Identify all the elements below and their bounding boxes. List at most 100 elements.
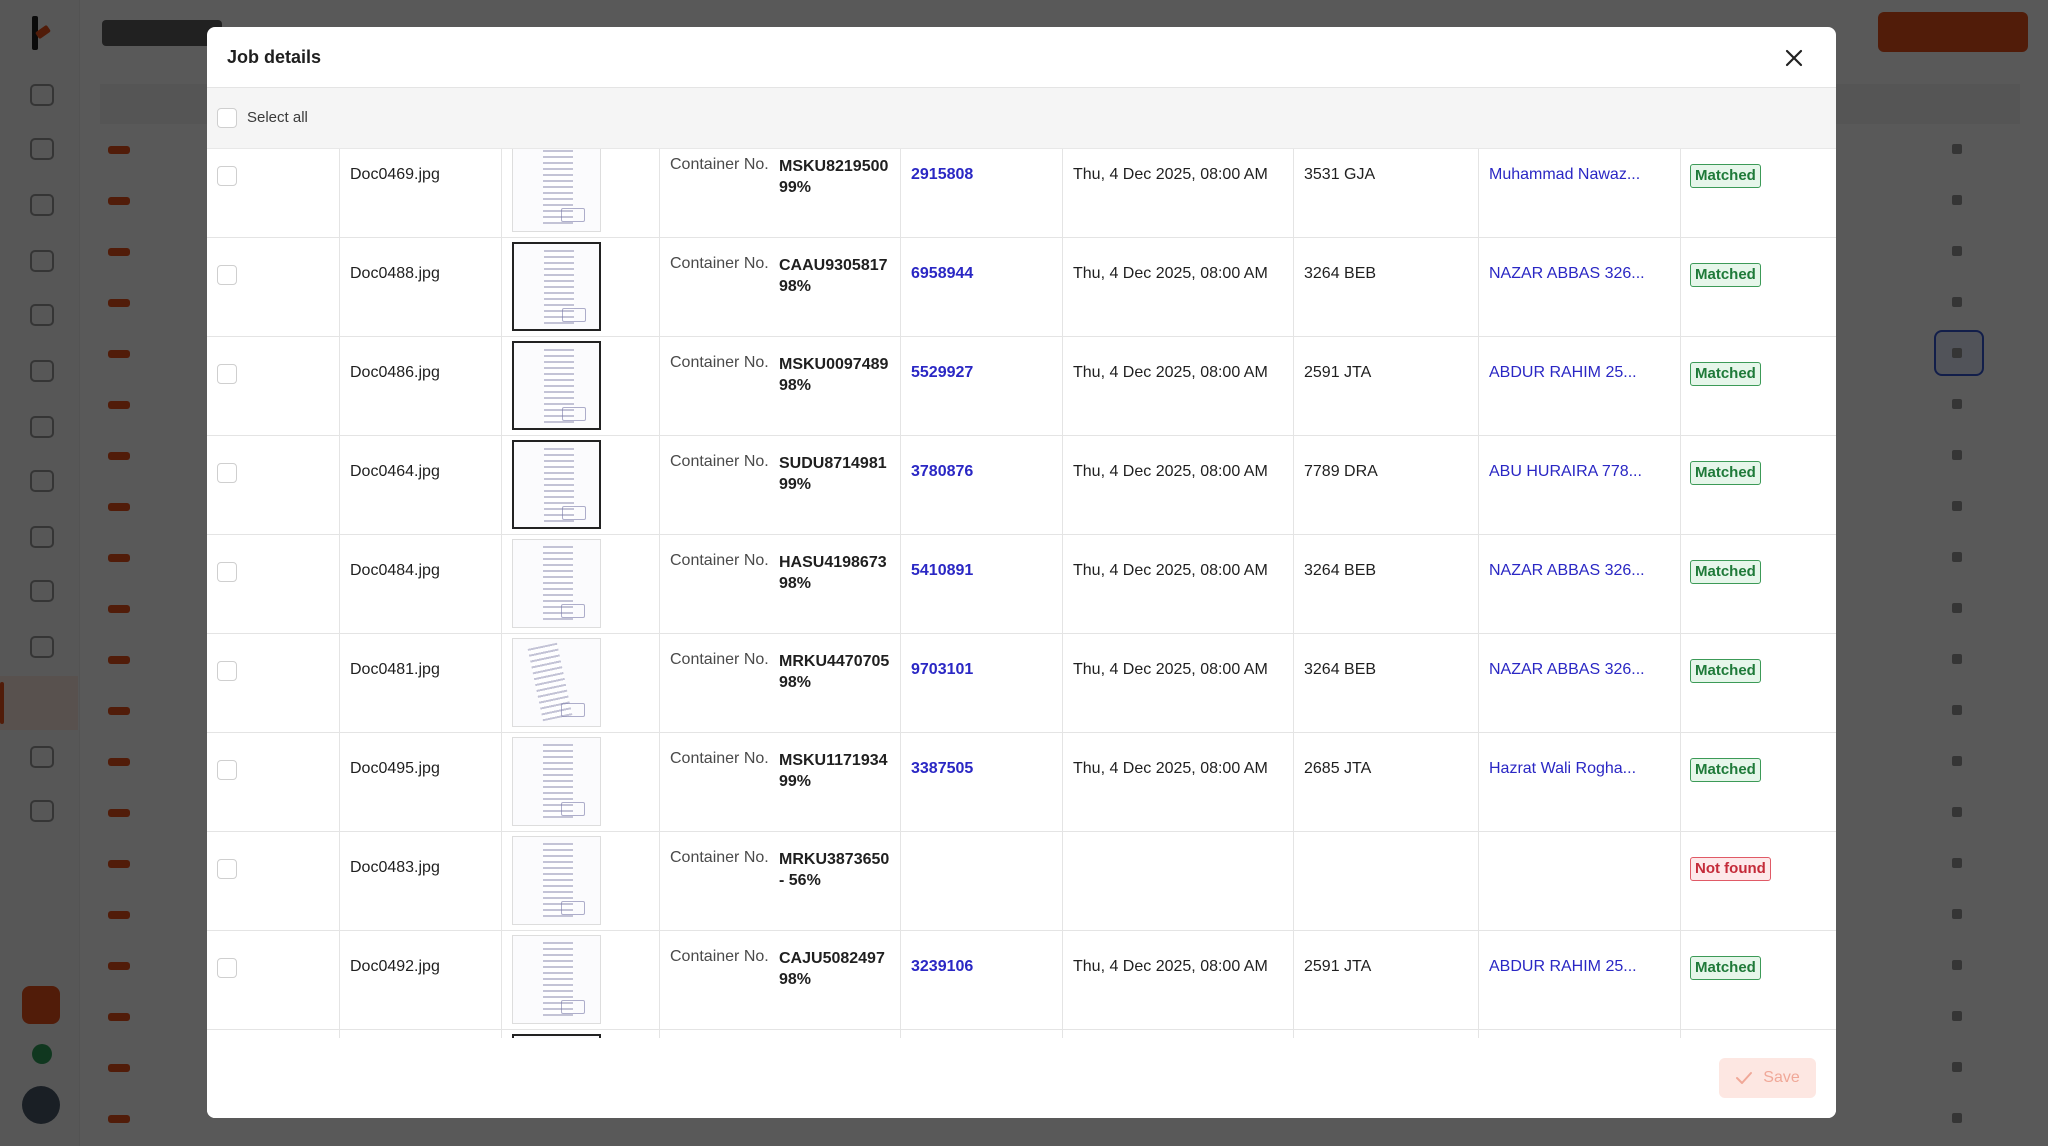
job-number-link[interactable]: 5410891 [911, 562, 973, 580]
job-number-link[interactable]: 3780876 [911, 463, 973, 481]
select-all-label[interactable]: Select all [247, 109, 308, 126]
driver-name-link[interactable]: NAZAR ABBAS 326... [1489, 265, 1645, 283]
vehicle-plate: 3264 BEB [1304, 661, 1377, 678]
container-value: CAJU5082497 98% [779, 950, 885, 988]
document-thumbnail[interactable] [512, 737, 601, 826]
file-name: Doc0488.jpg [350, 265, 440, 282]
file-name-cell: Doc0483.jpg [339, 832, 501, 931]
job-number-cell: 6958944 [900, 238, 1062, 337]
driver-cell: NAZAR ABBAS 326... [1478, 238, 1680, 337]
job-number-link[interactable]: 5529927 [911, 364, 973, 382]
job-number-cell: 3387505 [900, 733, 1062, 832]
file-name-cell: Doc0464.jpg [339, 436, 501, 535]
document-thumbnail[interactable] [512, 341, 601, 430]
job-row[interactable]: Doc0481.jpg Container No. MRKU4470705 98% 9… [207, 634, 1836, 733]
job-date: Thu, 4 Dec 2025, 08:00 AM [1073, 661, 1268, 678]
row-checkbox[interactable] [217, 463, 237, 483]
container-cell: Container No. SUDU8714981 99% [659, 436, 900, 535]
driver-name-link[interactable]: ABDUR RAHIM 25... [1489, 364, 1637, 382]
close-button[interactable] [1779, 43, 1809, 73]
job-date: Thu, 4 Dec 2025, 08:00 AM [1073, 265, 1268, 282]
driver-name-link[interactable]: NAZAR ABBAS 326... [1489, 661, 1645, 679]
container-cell: Container No. HASU4198673 98% [659, 535, 900, 634]
driver-name-link[interactable]: NAZAR ABBAS 326... [1489, 562, 1645, 580]
file-name-cell: Doc0481.jpg [339, 634, 501, 733]
job-number-link[interactable]: 9703101 [911, 661, 973, 679]
row-checkbox[interactable] [217, 661, 237, 681]
job-rows-list[interactable]: Doc0469.jpg Container No. MSKU8219500 99% 2… [207, 149, 1836, 1038]
vehicle-plate: 2685 JTA [1304, 760, 1372, 777]
job-row-partial[interactable] [207, 1030, 1836, 1038]
job-number-link[interactable]: 3239106 [911, 958, 973, 976]
row-checkbox[interactable] [217, 562, 237, 582]
save-button-label: Save [1763, 1069, 1800, 1086]
job-row[interactable]: Doc0486.jpg Container No. MSKU0097489 98% 5… [207, 337, 1836, 436]
job-number-link[interactable]: 3387505 [911, 760, 973, 778]
driver-name-link[interactable]: Muhammad Nawaz... [1489, 166, 1640, 184]
document-thumbnail[interactable] [512, 539, 601, 628]
job-row[interactable]: Doc0495.jpg Container No. MSKU1171934 99% 3… [207, 733, 1836, 832]
driver-cell: ABDUR RAHIM 25... [1478, 337, 1680, 436]
job-number-link[interactable]: 2915808 [911, 166, 973, 184]
job-number-link[interactable]: 6958944 [911, 265, 973, 283]
file-name: Doc0486.jpg [350, 364, 440, 381]
file-name: Doc0464.jpg [350, 463, 440, 480]
job-row[interactable]: Doc0464.jpg Container No. SUDU8714981 99% 3… [207, 436, 1836, 535]
document-thumbnail[interactable] [512, 242, 601, 331]
modal-header: Job details [207, 27, 1836, 88]
select-all-checkbox[interactable] [217, 108, 237, 128]
container-value: MSKU8219500 99% [779, 158, 889, 196]
document-thumbnail[interactable] [512, 440, 601, 529]
job-number-cell: 9703101 [900, 634, 1062, 733]
save-button[interactable]: Save [1719, 1058, 1816, 1098]
driver-cell: NAZAR ABBAS 326... [1478, 535, 1680, 634]
job-date: Thu, 4 Dec 2025, 08:00 AM [1073, 166, 1268, 183]
document-thumbnail[interactable] [512, 149, 601, 232]
job-row[interactable]: Doc0484.jpg Container No. HASU4198673 98% 5… [207, 535, 1836, 634]
job-row[interactable]: Doc0469.jpg Container No. MSKU8219500 99% 2… [207, 149, 1836, 238]
row-checkbox[interactable] [217, 859, 237, 879]
thumbnail-cell [501, 832, 659, 931]
thumbnail-cell [501, 337, 659, 436]
container-cell: Container No. MRKU4470705 98% [659, 634, 900, 733]
thumbnail-cell [501, 733, 659, 832]
container-cell: Container No. MSKU0097489 98% [659, 337, 900, 436]
document-thumbnail[interactable] [512, 638, 601, 727]
driver-name-link[interactable]: ABDUR RAHIM 25... [1489, 958, 1637, 976]
status-badge: Matched [1690, 263, 1761, 287]
row-checkbox[interactable] [217, 364, 237, 384]
row-select-cell [207, 535, 339, 634]
row-checkbox[interactable] [217, 265, 237, 285]
vehicle-plate: 2591 JTA [1304, 958, 1372, 975]
row-checkbox[interactable] [217, 958, 237, 978]
status-badge: Matched [1690, 362, 1761, 386]
file-name-cell: Doc0484.jpg [339, 535, 501, 634]
file-name: Doc0469.jpg [350, 166, 440, 183]
job-row[interactable]: Doc0492.jpg Container No. CAJU5082497 98% 3… [207, 931, 1836, 1030]
vehicle-plate: 2591 JTA [1304, 364, 1372, 381]
container-label: Container No. [670, 354, 769, 371]
file-name-cell: Doc0492.jpg [339, 931, 501, 1030]
document-thumbnail[interactable] [512, 836, 601, 925]
status-cell: Matched [1680, 733, 1836, 832]
file-name-cell: Doc0488.jpg [339, 238, 501, 337]
status-cell: Matched [1680, 634, 1836, 733]
container-label: Container No. [670, 156, 769, 173]
driver-name-link[interactable]: Hazrat Wali Rogha... [1489, 760, 1636, 778]
plate-cell: 2591 JTA [1293, 931, 1478, 1030]
row-checkbox[interactable] [217, 166, 237, 186]
driver-name-link[interactable]: ABU HURAIRA 778... [1489, 463, 1642, 481]
thumbnail-cell [501, 149, 659, 238]
job-number-cell: 3780876 [900, 436, 1062, 535]
job-row[interactable]: Doc0483.jpg Container No. MRKU3873650 - 56… [207, 832, 1836, 931]
job-number-cell: 5529927 [900, 337, 1062, 436]
container-value: MSKU0097489 98% [779, 356, 889, 394]
container-cell: Container No. MSKU8219500 99% [659, 149, 900, 238]
status-badge: Matched [1690, 461, 1761, 485]
date-cell: Thu, 4 Dec 2025, 08:00 AM [1062, 238, 1293, 337]
document-thumbnail[interactable] [512, 935, 601, 1024]
date-cell [1062, 832, 1293, 931]
row-checkbox[interactable] [217, 760, 237, 780]
row-select-cell [207, 733, 339, 832]
job-row[interactable]: Doc0488.jpg Container No. CAAU9305817 98% 6… [207, 238, 1836, 337]
